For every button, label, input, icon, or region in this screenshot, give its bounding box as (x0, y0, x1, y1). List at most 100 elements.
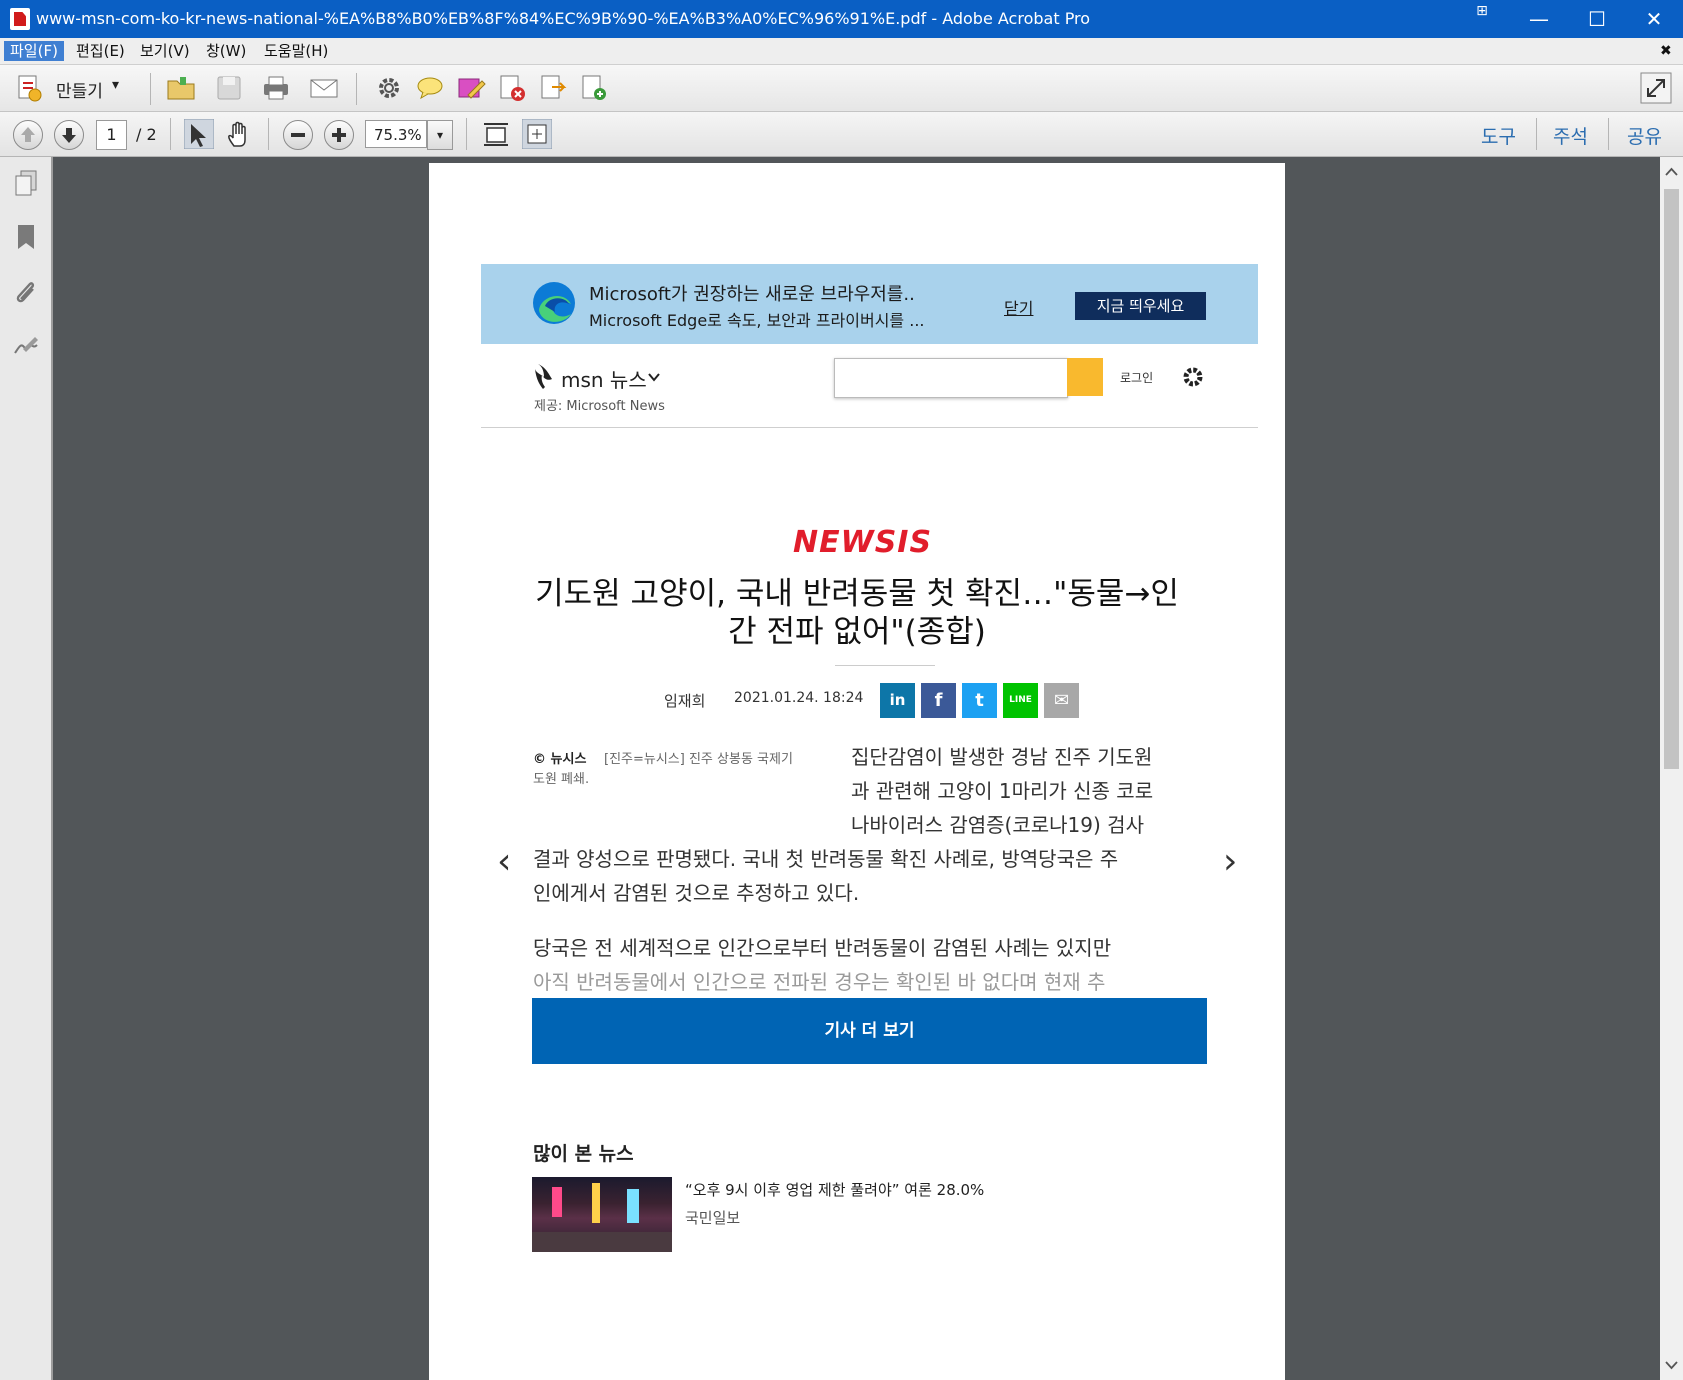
edge-logo-icon (533, 282, 575, 324)
acrobat-pdf-icon (10, 8, 30, 30)
menu-edit[interactable]: 편집(E) (70, 41, 131, 61)
line-share-icon[interactable]: LINE (1003, 683, 1038, 718)
paragraph1-line1: 집단감염이 발생한 경남 진주 기도원 (851, 745, 1153, 769)
create-dropdown-icon[interactable]: ▾ (112, 77, 119, 93)
previous-page-button[interactable] (13, 120, 43, 150)
maximize-button[interactable]: ☐ (1568, 0, 1626, 38)
scroll-down-icon[interactable] (1665, 1360, 1678, 1370)
carousel-next-arrow[interactable]: › (1223, 841, 1237, 882)
popular-news-thumbnail[interactable] (532, 1177, 672, 1252)
edge-banner-headline: Microsoft가 권장하는 새로운 브라우저를.. (589, 284, 915, 305)
menu-view[interactable]: 보기(V) (134, 41, 196, 61)
sign-icon[interactable] (456, 73, 486, 103)
bookmarks-icon[interactable] (13, 223, 39, 251)
toolbar-divider (356, 73, 357, 105)
neon-sign (552, 1187, 562, 1217)
msn-brand-label[interactable]: msn 뉴스 (561, 364, 647, 393)
edge-banner-close-link[interactable]: 닫기 (1004, 295, 1033, 319)
page-total: / 2 (136, 125, 157, 144)
search-input[interactable] (834, 358, 1068, 398)
twitter-share-icon[interactable]: t (962, 683, 997, 718)
article-date: 2021.01.24. 18:24 (734, 690, 864, 706)
toolbar-divider (466, 118, 467, 150)
export-pdf-icon[interactable] (538, 73, 568, 103)
signatures-icon[interactable] (13, 331, 39, 359)
header-divider (481, 427, 1258, 428)
neon-sign (592, 1183, 600, 1223)
login-link[interactable]: 로그인 (1120, 369, 1153, 386)
toolbar-divider (1608, 118, 1609, 150)
arrow-up-icon (21, 127, 35, 142)
plus-icon (332, 128, 346, 142)
zoom-level-input[interactable]: 75.3% (365, 120, 427, 148)
window-title: www-msn-com-ko-kr-news-national-%EA%B8%B… (36, 9, 1091, 28)
caption-line2: 도원 폐쇄. (533, 772, 590, 787)
read-more-button[interactable]: 기사 더 보기 (532, 998, 1207, 1064)
search-button[interactable] (1067, 358, 1103, 396)
minimize-button[interactable]: — (1510, 0, 1568, 38)
open-folder-icon[interactable] (166, 73, 196, 103)
comment-pane-link[interactable]: 주석 (1553, 122, 1588, 149)
edge-launch-button[interactable]: 지금 띄우세요 (1075, 292, 1206, 320)
close-document-icon[interactable]: ✖ (1654, 41, 1678, 61)
tools-pane-link[interactable]: 도구 (1481, 122, 1516, 149)
popular-news-title[interactable]: “오후 9시 이후 영업 제한 풀려야” 여론 28.0% (685, 1179, 984, 1200)
gear-icon[interactable] (374, 73, 404, 103)
page-number-input[interactable]: 1 (96, 120, 127, 150)
toolbar-divider (150, 73, 151, 105)
vertical-scrollbar[interactable] (1660, 157, 1683, 1380)
menu-file[interactable]: 파일(F) (4, 41, 64, 61)
fit-width-icon[interactable] (481, 119, 511, 149)
newsis-logo[interactable]: NEWSIS (793, 525, 932, 560)
facebook-share-icon[interactable]: f (921, 683, 956, 718)
neon-sign (627, 1189, 639, 1223)
zoom-out-button[interactable] (283, 120, 313, 150)
zoom-in-button[interactable] (324, 120, 354, 150)
comment-icon[interactable] (415, 73, 445, 103)
snap-layout-icon[interactable]: ⊞ (1454, 0, 1510, 38)
email-share-icon[interactable]: ✉ (1044, 683, 1079, 718)
carousel-prev-arrow[interactable]: ‹ (497, 841, 511, 882)
email-icon[interactable] (309, 73, 339, 103)
full-screen-icon[interactable] (1640, 72, 1672, 104)
paragraph1-line4: 결과 양성으로 판명됐다. 국내 첫 반려동물 확진 사례로, 방역당국은 주 (533, 847, 1119, 871)
pdf-page: Microsoft가 권장하는 새로운 브라우저를.. Microsoft Ed… (429, 163, 1285, 1380)
page-thumbnails-icon[interactable] (13, 169, 39, 197)
share-pane-link[interactable]: 공유 (1627, 122, 1662, 149)
toolbar-divider (268, 118, 269, 150)
create-menu-label[interactable]: 만들기 (56, 77, 103, 102)
msn-butterfly-logo[interactable] (532, 361, 556, 391)
scrollbar-thumb[interactable] (1664, 189, 1679, 769)
close-button[interactable]: ✕ (1625, 0, 1683, 38)
hand-tool-icon[interactable] (225, 119, 255, 149)
msn-provider-label: 제공: Microsoft News (534, 399, 665, 414)
combine-files-icon[interactable] (579, 73, 609, 103)
main-toolbar: 만들기 ▾ (0, 65, 1683, 112)
title-divider (835, 665, 935, 666)
toolbar-divider (1536, 118, 1537, 150)
settings-gear-icon[interactable] (1181, 365, 1205, 389)
scroll-up-icon[interactable] (1665, 167, 1678, 177)
paragraph1-line5: 인에게서 감염된 것으로 추정하고 있다. (533, 881, 860, 905)
print-icon[interactable] (261, 73, 291, 103)
title-bar: www-msn-com-ko-kr-news-national-%EA%B8%B… (0, 0, 1683, 38)
article-title-line2: 간 전파 없어"(종합) (728, 614, 986, 650)
fit-page-icon[interactable] (522, 119, 552, 149)
create-pdf-icon[interactable] (14, 73, 44, 103)
article-title-line1: 기도원 고양이, 국내 반려동물 첫 확진…"동물→인 (535, 576, 1179, 612)
attachments-icon[interactable] (13, 277, 39, 305)
redact-icon[interactable] (497, 73, 527, 103)
paragraph2-line2: 아직 반려동물에서 인간으로 전파된 경우는 확인된 바 없다며 현재 추 (533, 970, 1106, 994)
menu-window[interactable]: 창(W) (200, 41, 252, 61)
article-author[interactable]: 임재희 (664, 690, 705, 711)
menu-help[interactable]: 도움말(H) (258, 41, 334, 61)
select-tool-icon[interactable] (184, 119, 214, 149)
popular-news-heading: 많이 본 뉴스 (533, 1143, 634, 1165)
save-icon[interactable] (214, 73, 244, 103)
chevron-down-icon[interactable] (648, 373, 660, 382)
zoom-dropdown-icon[interactable]: ▾ (427, 120, 453, 150)
caption-source: © 뉴시스 (533, 752, 587, 767)
next-page-button[interactable] (54, 120, 84, 150)
navigation-toolbar: 1 / 2 75.3% ▾ 도구 주석 공유 (0, 112, 1683, 157)
linkedin-share-icon[interactable]: in (880, 683, 915, 718)
